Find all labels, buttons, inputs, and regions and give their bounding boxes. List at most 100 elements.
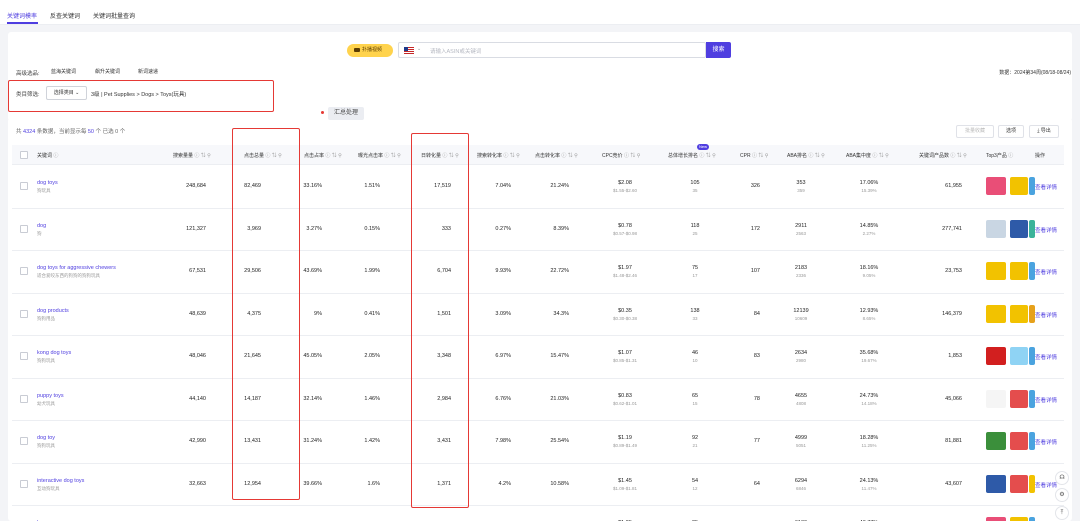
cell-cpc-range: $0.89-$1.49 — [612, 443, 638, 449]
summary-selected: 已选 0 个 — [102, 129, 126, 135]
cell-aba-rank-sub: 359 — [797, 188, 805, 194]
select-all-checkbox[interactable] — [20, 151, 28, 159]
row-checkbox[interactable] — [20, 182, 28, 191]
col-label: ABA集中度 — [846, 153, 872, 159]
chip-rising[interactable]: 飙升关键词 — [95, 68, 120, 77]
row-checkbox[interactable] — [20, 394, 28, 403]
export-button[interactable]: ⤓ 导出 — [1029, 125, 1059, 138]
cell-aba-concentration: 24.13% — [859, 477, 879, 484]
support-icon[interactable]: ☊ — [1055, 471, 1069, 485]
view-details-link[interactable]: 查看详情 — [1035, 311, 1057, 319]
tab-batch-keyword[interactable]: 关键词批量查询 — [93, 11, 135, 20]
cell-cpc: $1.97 — [618, 265, 632, 272]
product-thumbnail[interactable] — [986, 304, 1006, 323]
row-checkbox[interactable] — [20, 267, 28, 276]
row-checkbox[interactable] — [20, 224, 28, 233]
keyword-link[interactable]: interactive dog toys — [37, 478, 84, 484]
cell-cvr: 7.04% — [495, 183, 511, 190]
row-divider — [12, 335, 1064, 336]
settings-icon[interactable]: ⚙ — [1055, 488, 1069, 502]
product-thumbnail[interactable] — [986, 347, 1006, 366]
chip-new-words[interactable]: 新词速递 — [138, 68, 158, 77]
keyword-link[interactable]: puppy toys — [37, 393, 64, 399]
col-cpc[interactable]: CPC竞价 ⓘ ⇅ ⚲ — [602, 152, 640, 159]
product-thumbnail[interactable] — [1010, 474, 1028, 493]
keyword-translation: 适合爱咬东西的狗狗的狗狗玩具 — [37, 273, 100, 279]
cell-cpr: 78 — [753, 395, 760, 402]
product-thumbnail[interactable] — [986, 474, 1006, 493]
product-thumbnail[interactable] — [1010, 219, 1028, 238]
view-details-link[interactable]: 查看详情 — [1035, 481, 1057, 489]
info-icon: ⓘ ⇅ ⚲ — [503, 153, 520, 159]
view-details-link[interactable]: 查看详情 — [1035, 396, 1057, 404]
keyword-link[interactable]: dog — [37, 223, 46, 229]
product-thumbnail[interactable] — [1010, 517, 1028, 521]
col-search-cvr[interactable]: 搜索转化率 ⓘ ⇅ ⚲ — [477, 152, 520, 159]
cell-products: 45,066 — [945, 395, 962, 402]
cell-growth-rank: 118 — [690, 222, 700, 229]
us-flag-icon[interactable] — [404, 47, 414, 54]
product-thumbnail[interactable] — [1010, 177, 1028, 196]
product-thumbnail[interactable] — [986, 177, 1006, 196]
view-details-link[interactable]: 查看详情 — [1035, 353, 1057, 361]
product-thumbnail[interactable] — [1010, 347, 1028, 366]
info-icon: ⓘ — [53, 153, 59, 159]
search-button[interactable]: 搜索 — [706, 42, 731, 58]
product-thumbnail[interactable] — [1010, 432, 1028, 451]
col-aba-concentration[interactable]: ABA集中度 ⓘ ⇅ ⚲ — [846, 152, 889, 159]
highlight-conversions-column — [411, 133, 469, 508]
col-product-count[interactable]: 关键词产品数 ⓘ ⇅ ⚲ — [919, 152, 967, 159]
cell-products: 1,853 — [948, 353, 962, 360]
product-thumbnail[interactable] — [1010, 304, 1028, 323]
product-thumbnail[interactable] — [1029, 517, 1035, 521]
keyword-link[interactable]: dog products — [37, 308, 69, 314]
col-growth-rank[interactable]: 总体增长排名 ⓘ ⇅ ⚲ — [668, 152, 716, 159]
product-thumbnail[interactable] — [1010, 262, 1028, 281]
cell-search: 248,684 — [186, 183, 206, 190]
col-ctr[interactable]: 曝光点击率 ⓘ ⇅ ⚲ — [358, 152, 401, 159]
chip-blue-ocean[interactable]: 蓝海关键词 — [51, 68, 76, 77]
cell-aba-rank-sub: 2336 — [795, 273, 806, 279]
product-thumbnail[interactable] — [1010, 389, 1028, 408]
col-click-cvr[interactable]: 点击转化率 ⓘ ⇅ ⚲ — [535, 152, 578, 159]
cell-growth-rank-sub: 12 — [692, 485, 698, 491]
back-to-top-icon[interactable]: ⤒ — [1055, 506, 1069, 520]
cell-cvr: 9.93% — [495, 268, 511, 275]
batch-favorite-button[interactable]: 批量收藏 — [956, 125, 994, 138]
col-click-share[interactable]: 点击占率 ⓘ ⇅ ⚲ — [304, 152, 342, 159]
keyword-link[interactable]: dog toy — [37, 435, 55, 441]
view-details-link[interactable]: 查看详情 — [1035, 226, 1057, 234]
cell-cpr: 84 — [753, 310, 760, 317]
col-search-volume[interactable]: 搜索量量 ⓘ ⇅ ⚲ — [173, 152, 211, 159]
view-details-link[interactable]: 查看详情 — [1035, 268, 1057, 276]
col-cpr[interactable]: CPR ⓘ ⇅ ⚲ — [740, 152, 768, 159]
row-checkbox[interactable] — [20, 309, 28, 318]
keyword-link[interactable]: kong dog toys — [37, 350, 71, 356]
product-thumbnail[interactable] — [986, 219, 1006, 238]
col-top3-products: Top3产品 ⓘ — [986, 152, 1013, 159]
keyword-link[interactable]: dog toys — [37, 180, 58, 186]
cell-search: 48,046 — [189, 353, 206, 360]
product-thumbnail[interactable] — [986, 262, 1006, 281]
col-keyword[interactable]: 关键词 ⓘ — [37, 152, 58, 159]
top-tab-bar: 关键词模率 反查关键词 关键词批量查询 — [0, 0, 1080, 25]
options-button[interactable]: 选项 — [998, 125, 1024, 138]
product-thumbnail[interactable] — [986, 389, 1006, 408]
chevron-down-icon[interactable]: ⌄ — [417, 46, 421, 52]
search-input[interactable]: 请输入ASIN或关键词 — [430, 47, 481, 55]
tab-keyword-mining[interactable]: 关键词模率 — [7, 11, 37, 20]
product-thumbnail[interactable] — [986, 432, 1006, 451]
tab-reverse-keyword[interactable]: 反查关键词 — [50, 11, 80, 20]
view-details-link[interactable]: 查看详情 — [1035, 438, 1057, 446]
row-checkbox[interactable] — [20, 352, 28, 361]
cell-growth-rank: 65 — [691, 392, 699, 399]
row-checkbox[interactable] — [20, 479, 28, 488]
row-checkbox[interactable] — [20, 437, 28, 446]
search-box[interactable]: ⌄ 请输入ASIN或关键词 — [398, 42, 706, 58]
col-aba-rank[interactable]: ABA排名 ⓘ ⇅ ⚲ — [787, 152, 825, 159]
view-details-link[interactable]: 查看详情 — [1035, 183, 1057, 191]
product-thumbnail[interactable] — [986, 517, 1006, 521]
promo-video-button[interactable]: 扑播视频 — [347, 44, 393, 57]
keyword-link[interactable]: dog toys for aggressive chewers — [37, 265, 116, 271]
cell-growth-rank-sub: 33 — [692, 315, 698, 321]
